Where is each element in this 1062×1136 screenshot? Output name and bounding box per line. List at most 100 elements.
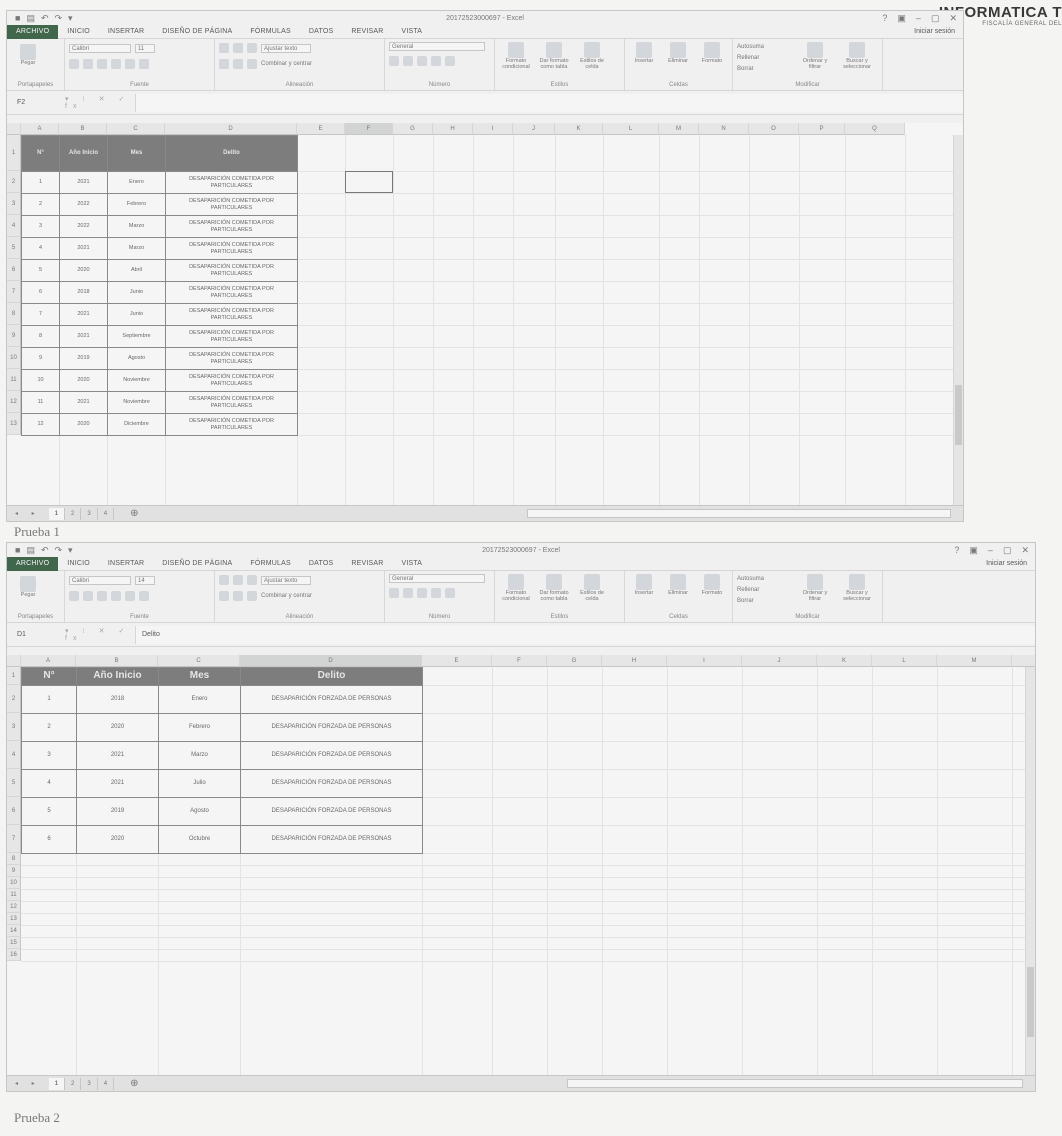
select-all-corner[interactable]	[7, 123, 21, 135]
align-middle-icon[interactable]	[233, 575, 243, 585]
quick-access-icon[interactable]: ▾	[68, 545, 73, 556]
sheet-tab-3[interactable]: 3	[81, 1077, 98, 1090]
help-icon[interactable]: ?	[954, 545, 959, 556]
column-header-p[interactable]: P	[799, 123, 845, 135]
increase-decimal-icon[interactable]	[431, 588, 441, 598]
add-sheet-icon[interactable]: ⊕	[130, 508, 138, 519]
paste-button[interactable]: Pegar	[11, 576, 45, 598]
format-button[interactable]: Formato	[697, 574, 727, 596]
column-header-l[interactable]: L	[872, 655, 937, 667]
column-header-m[interactable]: M	[659, 123, 699, 135]
align-center-icon[interactable]	[233, 59, 243, 69]
font-name-box[interactable]: Calibri	[69, 43, 131, 53]
column-header-i[interactable]: I	[667, 655, 742, 667]
border-icon[interactable]	[111, 591, 121, 601]
table-cell[interactable]: Octubre	[158, 825, 241, 854]
font-name-box[interactable]: Calibri	[69, 575, 131, 585]
row-header-8[interactable]: 8	[7, 853, 21, 865]
delete-button[interactable]: Eliminar	[663, 42, 693, 64]
table-cell[interactable]: Noviembre	[107, 369, 166, 392]
sheet-tab-1[interactable]: 1	[48, 507, 66, 520]
tab-fórmulas[interactable]: FÓRMULAS	[241, 560, 300, 567]
format-button[interactable]: Formato	[697, 42, 727, 64]
table-cell[interactable]: 2019	[76, 797, 159, 826]
tab-insertar[interactable]: INSERTAR	[99, 560, 153, 567]
sheet-tab-4[interactable]: 4	[98, 507, 115, 520]
vertical-scrollbar[interactable]	[953, 135, 963, 505]
fill-button[interactable]: Rellenar	[737, 585, 791, 596]
table-cell[interactable]: Abril	[107, 259, 166, 282]
table-cell[interactable]: Diciembre	[107, 413, 166, 436]
sheet-tab-3[interactable]: 3	[81, 507, 98, 520]
table-cell[interactable]: 2021	[76, 741, 159, 770]
row-header-13[interactable]: 13	[7, 413, 21, 435]
tab-diseño-de-página[interactable]: DISEÑO DE PÁGINA	[153, 28, 241, 35]
table-cell[interactable]: 6	[21, 281, 60, 304]
conditional-format-button[interactable]: Formato condicional	[499, 574, 533, 602]
column-header-d[interactable]: D	[240, 655, 422, 667]
row-header-10[interactable]: 10	[7, 877, 21, 889]
table-cell[interactable]: DESAPARICIÓN FORZADA DE PERSONAS	[240, 769, 423, 798]
table-cell[interactable]: Junio	[107, 281, 166, 304]
tab-diseño-de-página[interactable]: DISEÑO DE PÁGINA	[153, 560, 241, 567]
row-header-1[interactable]: 1	[7, 135, 21, 171]
row-header-11[interactable]: 11	[7, 369, 21, 391]
quick-access-icon[interactable]: ↷	[55, 13, 63, 24]
percent-icon[interactable]	[403, 588, 413, 598]
row-header-4[interactable]: 4	[7, 215, 21, 237]
table-cell[interactable]: 12	[21, 413, 60, 436]
table-header-cell[interactable]: N°	[21, 135, 60, 172]
font-color-icon[interactable]	[139, 59, 149, 69]
fill-color-icon[interactable]	[125, 591, 135, 601]
table-cell[interactable]: 3	[21, 215, 60, 238]
tab-datos[interactable]: DATOS	[300, 28, 342, 35]
quick-access-icon[interactable]: ■	[15, 545, 20, 556]
table-cell[interactable]: 2021	[59, 237, 108, 260]
paste-button[interactable]: Pegar	[11, 44, 45, 66]
table-cell[interactable]: Septiembre	[107, 325, 166, 348]
tab-inicio[interactable]: INICIO	[58, 28, 99, 35]
autosum-button[interactable]: Autosuma	[737, 574, 791, 585]
increase-decimal-icon[interactable]	[431, 56, 441, 66]
column-header-c[interactable]: C	[158, 655, 240, 667]
table-cell[interactable]: 5	[21, 259, 60, 282]
currency-icon[interactable]	[389, 588, 399, 598]
table-cell[interactable]: Marzo	[107, 237, 166, 260]
autosum-button[interactable]: Autosuma	[737, 42, 791, 53]
row-header-10[interactable]: 10	[7, 347, 21, 369]
table-cell[interactable]: 2018	[59, 281, 108, 304]
comma-icon[interactable]	[417, 56, 427, 66]
add-sheet-icon[interactable]: ⊕	[130, 1078, 138, 1089]
tab-archivo[interactable]: ARCHIVO	[7, 24, 59, 39]
table-cell[interactable]: Febrero	[107, 193, 166, 216]
bold-icon[interactable]	[69, 59, 79, 69]
format-as-table-button[interactable]: Dar formato como tabla	[537, 574, 571, 602]
table-cell[interactable]: Marzo	[107, 215, 166, 238]
row-header-3[interactable]: 3	[7, 713, 21, 741]
table-cell[interactable]: 2020	[76, 825, 159, 854]
border-icon[interactable]	[111, 59, 121, 69]
column-header-k[interactable]: K	[817, 655, 872, 667]
row-header-13[interactable]: 13	[7, 913, 21, 925]
tab-inicio[interactable]: INICIO	[58, 560, 99, 567]
tab-insertar[interactable]: INSERTAR	[99, 28, 153, 35]
wrap-text-button[interactable]: Ajustar texto	[261, 575, 311, 585]
row-header-6[interactable]: 6	[7, 797, 21, 825]
row-header-12[interactable]: 12	[7, 901, 21, 913]
underline-icon[interactable]	[97, 59, 107, 69]
table-cell[interactable]: 1	[21, 685, 77, 714]
column-header-o[interactable]: O	[749, 123, 799, 135]
tab-vista[interactable]: VISTA	[392, 560, 431, 567]
row-header-5[interactable]: 5	[7, 769, 21, 797]
table-cell[interactable]: 5	[21, 797, 77, 826]
quick-access-icon[interactable]: ▾	[68, 13, 73, 24]
cell-styles-button[interactable]: Estilos de celda	[575, 42, 609, 70]
table-cell[interactable]: 3	[21, 741, 77, 770]
maximize-icon[interactable]: ▢	[1003, 545, 1012, 556]
column-header-g[interactable]: G	[393, 123, 433, 135]
table-cell[interactable]: Noviembre	[107, 391, 166, 414]
wrap-text-button[interactable]: Ajustar texto	[261, 43, 311, 53]
table-cell[interactable]: DESAPARICIÓN FORZADA DE PERSONAS	[240, 825, 423, 854]
table-cell[interactable]: DESAPARICIÓN COMETIDA POR PARTICULARES	[165, 303, 298, 326]
name-box[interactable]: F2	[7, 99, 65, 106]
